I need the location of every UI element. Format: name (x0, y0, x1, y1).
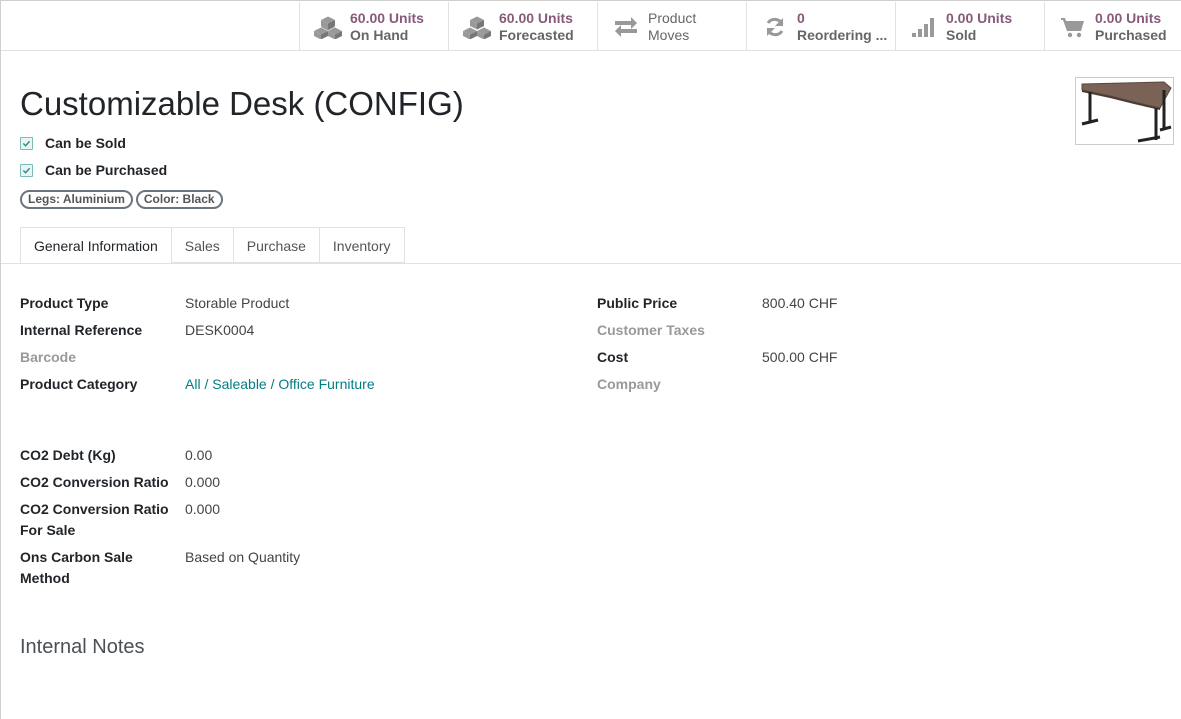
purchased-button[interactable]: 0.00 Units Purchased (1044, 2, 1181, 51)
signal-icon (908, 13, 940, 41)
company-field[interactable] (762, 374, 1062, 395)
attribute-tags: Legs: Aluminium Color: Black (20, 190, 223, 209)
product-category-label: Product Category (20, 376, 138, 392)
can-be-purchased-label: Can be Purchased (45, 162, 168, 178)
co2-conversion-ratio-label: CO2 Conversion Ratio (20, 474, 169, 490)
product-category-link[interactable]: All / Saleable / Office Furniture (185, 374, 375, 395)
product-type-label: Product Type (20, 295, 109, 311)
can-be-sold-checkbox[interactable] (20, 136, 33, 150)
cubes-icon (461, 13, 493, 41)
product-name[interactable]: Customizable Desk (CONFIG) (20, 84, 464, 124)
can-be-purchased-checkbox[interactable] (20, 163, 33, 177)
co2-conversion-ratio-sale-field[interactable]: 0.000 (185, 499, 220, 520)
forecasted-value: 60.00 Units (499, 9, 573, 26)
header-divider (1, 50, 1181, 51)
cubes-icon (312, 13, 344, 41)
can-be-sold-row: Can be Sold (20, 135, 126, 151)
public-price-label: Public Price (597, 295, 678, 311)
co2-debt-label: CO2 Debt (Kg) (20, 447, 116, 463)
product-type-field[interactable]: Storable Product (185, 293, 289, 314)
refresh-icon (759, 13, 791, 41)
barcode-label: Barcode (20, 349, 77, 365)
purchased-value: 0.00 Units (1095, 9, 1162, 26)
tab-purchase[interactable]: Purchase (233, 227, 320, 263)
can-be-sold-label: Can be Sold (45, 135, 126, 151)
attribute-tag: Color: Black (135, 190, 223, 209)
co2-conversion-ratio-sale-label: CO2 Conversion Ratio For Sale (20, 501, 169, 538)
can-be-purchased-row: Can be Purchased (20, 162, 167, 178)
tab-divider (1, 263, 1181, 264)
forecasted-button[interactable]: 60.00 Units Forecasted (448, 2, 597, 51)
product-moves-button[interactable]: Product Moves (597, 2, 746, 51)
on-hand-button[interactable]: 60.00 Units On Hand (299, 2, 448, 51)
public-price-field[interactable]: 800.40 CHF (762, 293, 837, 314)
cost-label: Cost (597, 349, 629, 365)
tab-sales[interactable]: Sales (171, 227, 234, 263)
tab-inventory[interactable]: Inventory (319, 227, 405, 263)
reordering-label: Reordering ... (797, 26, 888, 43)
product-moves-line2: Moves (648, 26, 690, 43)
forecasted-label: Forecasted (499, 26, 574, 43)
form-sheet: 60.00 Units On Hand 60.00 Units Forecast… (0, 0, 1181, 719)
on-hand-value: 60.00 Units (350, 9, 424, 26)
internal-reference-label: Internal Reference (20, 322, 143, 338)
internal-reference-field[interactable]: DESK0004 (185, 320, 254, 341)
internal-notes-title: Internal Notes (20, 636, 145, 658)
on-hand-label: On Hand (350, 26, 409, 43)
carbon-sale-method-field[interactable]: Based on Quantity (185, 547, 300, 568)
carbon-sale-method-label: Ons Carbon Sale Method (20, 549, 133, 586)
sold-label: Sold (946, 26, 977, 43)
reordering-value: 0 (797, 9, 805, 26)
cost-field[interactable]: 500.00 CHF (762, 347, 837, 368)
co2-conversion-ratio-field[interactable]: 0.000 (185, 472, 220, 493)
barcode-field[interactable] (185, 347, 485, 368)
customer-taxes-field[interactable] (762, 320, 1062, 341)
exchange-icon (610, 13, 642, 41)
cart-icon (1057, 13, 1089, 41)
customer-taxes-label: Customer Taxes (597, 322, 705, 338)
product-image[interactable] (1075, 77, 1174, 145)
tab-general-information[interactable]: General Information (20, 227, 172, 264)
product-moves-line1: Product (648, 9, 697, 26)
co2-debt-field[interactable]: 0.00 (185, 445, 212, 466)
notebook-tabs: General Information Sales Purchase Inven… (20, 227, 405, 264)
sold-button[interactable]: 0.00 Units Sold (895, 2, 1044, 51)
reordering-button[interactable]: 0 Reordering ... (746, 2, 895, 51)
smart-button-box: 60.00 Units On Hand 60.00 Units Forecast… (299, 2, 1181, 51)
attribute-tag: Legs: Aluminium (20, 190, 133, 209)
purchased-label: Purchased (1095, 26, 1167, 43)
company-label: Company (597, 376, 661, 392)
sold-value: 0.00 Units (946, 9, 1013, 26)
